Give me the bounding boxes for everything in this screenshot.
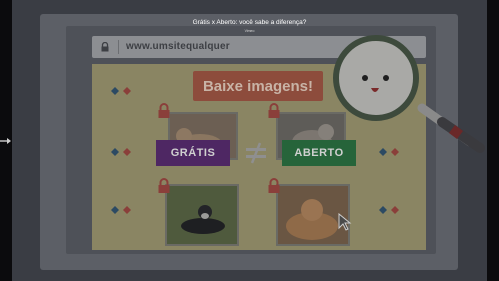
- mouse-cursor-icon: [338, 213, 352, 231]
- arrow-right-icon: [0, 138, 11, 144]
- address-bar-divider: [118, 40, 119, 54]
- free-button[interactable]: GRÁTIS: [156, 140, 230, 166]
- diamonds-decoration-icon: [111, 206, 131, 214]
- diamonds-decoration-icon: [111, 148, 131, 156]
- padlock-icon: [268, 103, 280, 118]
- padlock-icon: [158, 178, 170, 193]
- lock-icon: [101, 42, 109, 52]
- magnifier-mascot-icon: [333, 35, 485, 153]
- diamonds-decoration-icon: [111, 87, 131, 95]
- download-images-banner: Baixe imagens!: [193, 71, 323, 101]
- cat-photo-3: [165, 184, 239, 246]
- video-title[interactable]: Grátis x Aberto: você sabe a diferença?: [0, 19, 499, 26]
- address-url: www.umsitequalquer: [126, 41, 230, 52]
- padlock-icon: [158, 103, 170, 118]
- video-channel[interactable]: Vimeo: [0, 29, 499, 33]
- not-equal-icon: [246, 142, 266, 164]
- padlock-icon: [268, 178, 280, 193]
- diamonds-decoration-icon: [379, 206, 399, 214]
